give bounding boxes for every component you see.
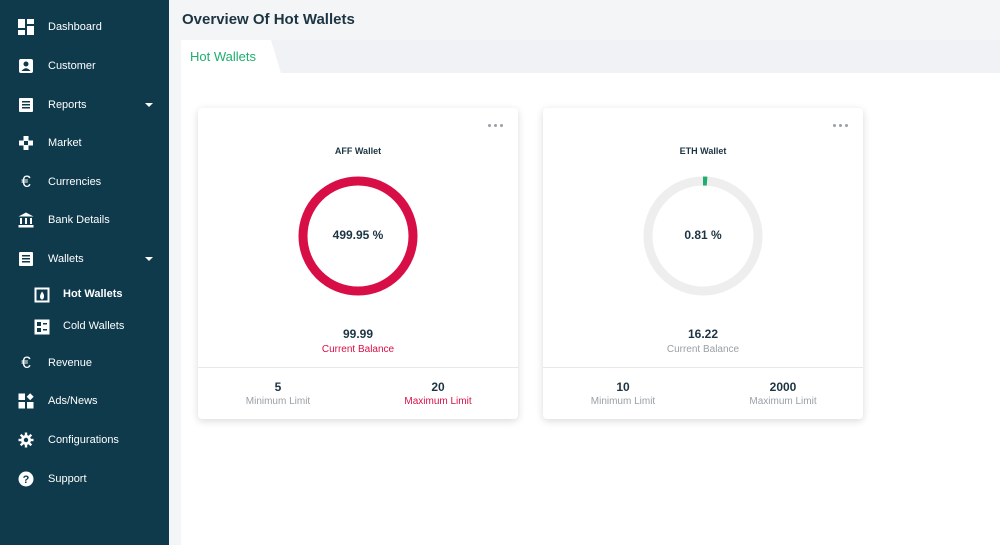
page-title: Overview Of Hot Wallets bbox=[182, 11, 355, 28]
bank-icon bbox=[17, 211, 35, 229]
sidebar-item-label: Bank Details bbox=[48, 214, 110, 226]
tab-hot-wallets[interactable]: Hot Wallets bbox=[181, 40, 281, 73]
divider bbox=[198, 367, 518, 368]
sidebar-item-label: Support bbox=[48, 473, 87, 485]
max-limit-label: Maximum Limit bbox=[749, 396, 817, 407]
cold-wallet-icon bbox=[34, 319, 50, 335]
sidebar-item-dashboard[interactable]: Dashboard bbox=[0, 8, 169, 46]
sidebar-item-label: Ads/News bbox=[48, 395, 98, 407]
wallet-title: AFF Wallet bbox=[334, 146, 382, 156]
euro-icon: € bbox=[21, 172, 31, 191]
gear-icon bbox=[17, 431, 35, 449]
sidebar-item-configurations[interactable]: Configurations bbox=[0, 421, 169, 459]
sidebar-item-label: Revenue bbox=[48, 357, 93, 369]
balance-value: 99.99 bbox=[342, 327, 374, 341]
tab-bar bbox=[181, 40, 1000, 73]
market-icon bbox=[17, 134, 35, 152]
sidebar-item-reports[interactable]: Reports bbox=[0, 86, 169, 124]
sidebar-item-wallets[interactable]: Wallets bbox=[0, 240, 169, 278]
sidebar: Dashboard Customer Reports Market € Curr… bbox=[0, 0, 169, 545]
more-options-icon[interactable] bbox=[833, 124, 849, 130]
dashboard-icon bbox=[17, 18, 35, 36]
wallet-card: AFF Wallet 499.95 % 99.99 Current Balanc… bbox=[198, 108, 518, 419]
balance-label: Current Balance bbox=[666, 344, 740, 355]
sidebar-gutter bbox=[169, 0, 181, 545]
sidebar-item-support[interactable]: ? Support bbox=[0, 460, 169, 498]
divider bbox=[543, 367, 863, 368]
min-limit-value: 10 bbox=[616, 380, 630, 394]
sidebar-item-currencies[interactable]: € Currencies bbox=[0, 163, 169, 201]
chevron-down-icon bbox=[145, 257, 153, 261]
min-limit-value: 5 bbox=[274, 380, 282, 394]
chevron-down-icon bbox=[145, 103, 153, 107]
sidebar-item-bank-details[interactable]: Bank Details bbox=[0, 201, 169, 239]
sidebar-item-market[interactable]: Market bbox=[0, 124, 169, 162]
ads-icon bbox=[17, 392, 35, 410]
wallet-card: ETH Wallet 0.81 % 16.22 Current Balance … bbox=[543, 108, 863, 419]
sidebar-item-customer[interactable]: Customer bbox=[0, 47, 169, 85]
sidebar-item-label: Customer bbox=[48, 60, 96, 72]
wallet-percent: 499.95 % bbox=[332, 228, 384, 242]
reports-icon bbox=[17, 96, 35, 114]
max-limit-value: 20 bbox=[431, 380, 445, 394]
customer-icon bbox=[17, 57, 35, 75]
wallets-icon bbox=[17, 250, 35, 268]
min-limit-label: Minimum Limit bbox=[590, 396, 656, 407]
euro-icon: € bbox=[21, 353, 31, 372]
sidebar-subitem-label: Hot Wallets bbox=[63, 288, 123, 300]
hot-wallet-icon bbox=[34, 287, 50, 303]
sidebar-item-revenue[interactable]: € Revenue bbox=[0, 344, 169, 382]
sidebar-subitem-cold-wallets[interactable]: Cold Wallets bbox=[0, 311, 169, 343]
svg-text:?: ? bbox=[23, 474, 30, 486]
sidebar-item-label: Reports bbox=[48, 99, 87, 111]
sidebar-item-label: Wallets bbox=[48, 253, 84, 265]
balance-value: 16.22 bbox=[687, 327, 719, 341]
sidebar-item-label: Dashboard bbox=[48, 21, 102, 33]
wallet-percent: 0.81 % bbox=[684, 228, 722, 242]
sidebar-subitem-label: Cold Wallets bbox=[63, 320, 125, 332]
balance-label: Current Balance bbox=[321, 344, 395, 355]
max-limit-label: Maximum Limit bbox=[404, 396, 472, 407]
min-limit-label: Minimum Limit bbox=[245, 396, 311, 407]
sidebar-subitem-hot-wallets[interactable]: Hot Wallets bbox=[0, 279, 169, 311]
wallet-title: ETH Wallet bbox=[679, 146, 727, 156]
more-options-icon[interactable] bbox=[488, 124, 504, 130]
max-limit-value: 2000 bbox=[769, 380, 797, 394]
sidebar-item-ads-news[interactable]: Ads/News bbox=[0, 382, 169, 420]
sidebar-item-label: Currencies bbox=[48, 176, 102, 188]
sidebar-item-label: Market bbox=[48, 137, 82, 149]
help-icon: ? bbox=[17, 470, 35, 488]
sidebar-item-label: Configurations bbox=[48, 434, 119, 446]
